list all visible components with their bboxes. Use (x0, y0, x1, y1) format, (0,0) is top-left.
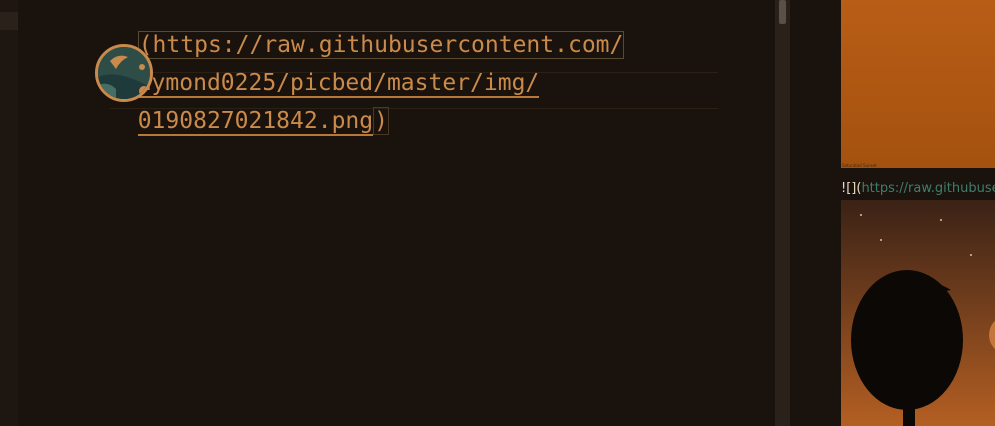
closing-bracket: ) (373, 107, 389, 135)
pane-divider[interactable] (790, 0, 841, 426)
editor-line-2[interactable]: aymond0225/picbed/master/img/ (110, 38, 540, 98)
preview-markdown-line: ![](https://raw.githubusercontent.com/ (841, 180, 995, 198)
link-url-text[interactable]: 0190827021842.png (137, 108, 374, 136)
editor-scrollbar[interactable] (775, 0, 790, 426)
editor-line-1[interactable]: (https://raw.githubusercontent.com/ (110, 0, 625, 59)
fold-marker[interactable] (0, 12, 18, 30)
preview-image-top (841, 0, 995, 168)
preview-url[interactable]: https://raw.githubusercontent.com/ (861, 181, 995, 196)
markdown-image-prefix: ![]( (841, 181, 862, 196)
palm-tree-silhouette (851, 214, 972, 426)
user-avatar-icon[interactable] (95, 44, 153, 102)
editor-gutter (0, 0, 18, 426)
avatar-art (98, 47, 150, 99)
scrollbar-thumb[interactable] (779, 0, 786, 24)
preview-pane: Saturated Sunset ![](https://raw.githubu… (841, 0, 995, 426)
preview-image (841, 200, 995, 426)
preview-image-caption: Saturated Sunset (842, 163, 877, 168)
